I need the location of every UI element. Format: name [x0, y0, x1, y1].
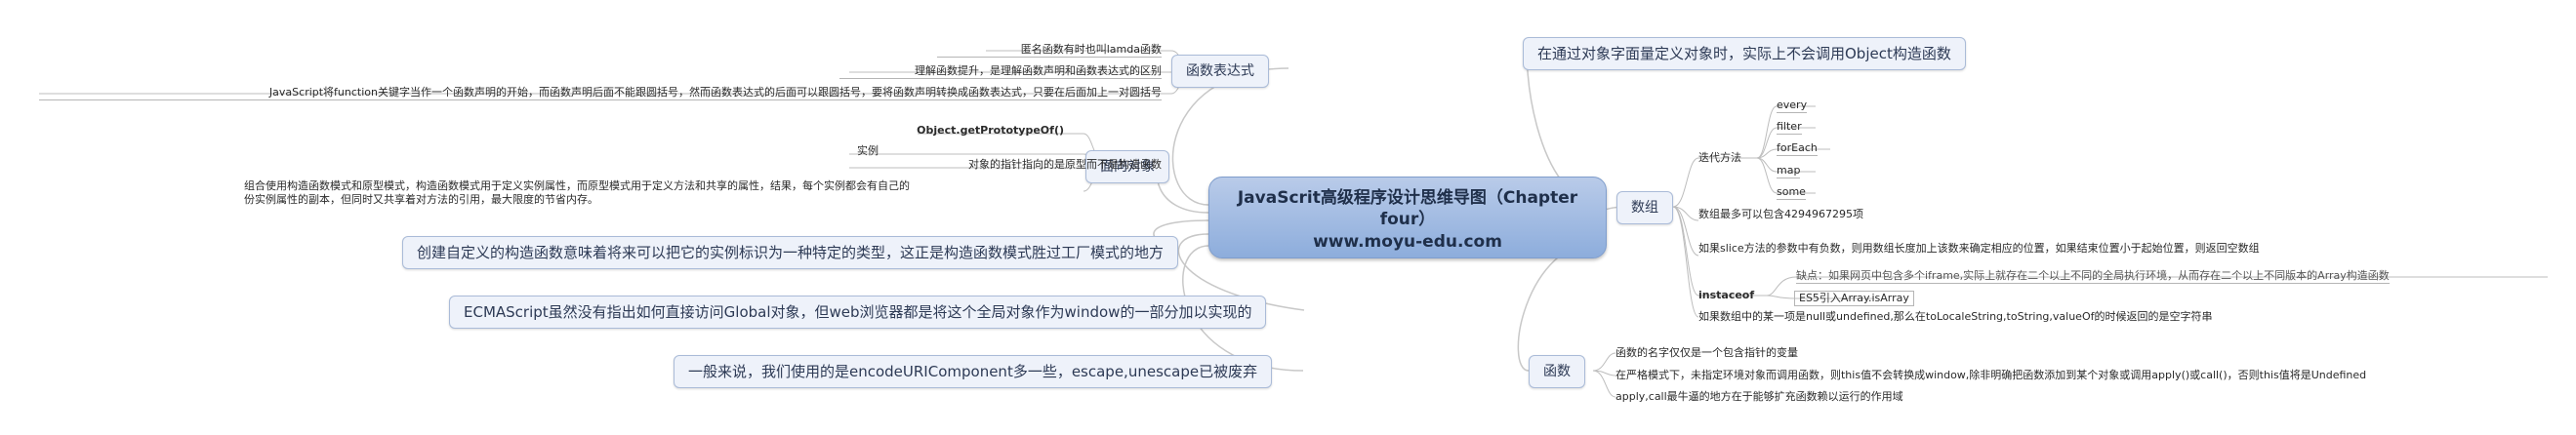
oop-item-instance: 实例 [857, 144, 879, 157]
function-item-apply-call: apply,call最牛逼的地方在于能够扩充函数赖以运行的作用域 [1615, 390, 1903, 403]
topic-custom-constructor[interactable]: 创建自定义的构造函数意味着将来可以把它的实例标识为一种特定的类型，这正是构造函数… [402, 236, 1179, 269]
topic-function[interactable]: 函数 [1529, 355, 1585, 388]
oop-item-combination-1: 组合使用构造函数模式和原型模式，构造函数模式用于定义实例属性，而原型模式用于定义… [244, 179, 910, 192]
instanceof-es5-isarray: ES5引入Array.isArray [1794, 291, 1914, 306]
central-website: www.moyu-edu.com [1313, 232, 1502, 252]
function-item-name-pointer: 函数的名字仅仅是一个包含指针的变量 [1615, 346, 1798, 359]
central-topic[interactable]: JavaScrit高级程序设计思维导图（Chapter four） www.mo… [1208, 177, 1607, 258]
function-item-strict-this: 在严格模式下，未指定环境对象而调用函数，则this值不会转换成window,除非… [1615, 369, 2367, 381]
array-max-length: 数组最多可以包含4294967295项 [1698, 208, 1863, 220]
array-instanceof: instaceof [1698, 289, 1755, 301]
central-title-line2: four） [1379, 210, 1436, 229]
fn-expr-item-parentheses: JavaScript将function关键字当作一个函数声明的开始，而函数声明后… [39, 86, 1162, 100]
oop-item-prototype-pointer: 对象的指针指向的是原型而不是构造函数 [968, 158, 1162, 171]
iter-item-map: map [1777, 164, 1801, 178]
iter-item-foreach: forEach [1777, 141, 1818, 156]
array-null-undefined: 如果数组中的某一项是null或undefined,那么在toLocaleStri… [1698, 310, 2213, 323]
iter-item-every: every [1777, 99, 1808, 113]
fn-expr-item-lamda: 匿名函数有时也叫lamda函数 [937, 43, 1162, 58]
oop-item-combination-2: 份实例属性的副本，但同时又共享着对方法的引用，最大限度的节省内存。 [244, 193, 598, 206]
iter-item-some: some [1777, 185, 1806, 200]
central-title-prefix: JavaScrit [1237, 188, 1321, 208]
array-slice: 如果slice方法的参数中有负数，则用数组长度加上该数来确定相应的位置，如果结束… [1698, 242, 2260, 255]
array-iteration-methods: 迭代方法 [1698, 151, 1741, 164]
central-title-rest: 高级程序设计思维导图（Chapter [1320, 188, 1578, 208]
topic-object-literal[interactable]: 在通过对象字面量定义对象时，实际上不会调用Object构造函数 [1523, 37, 1966, 70]
topic-array[interactable]: 数组 [1616, 191, 1673, 224]
topic-function-expression[interactable]: 函数表达式 [1171, 55, 1269, 88]
topic-encode-uri[interactable]: 一般来说，我们使用的是encodeURIComponent多一些，escape,… [674, 355, 1273, 388]
fn-expr-item-hoisting: 理解函数提升，是理解函数声明和函数表达式的区别 [839, 64, 1162, 79]
iter-item-filter: filter [1777, 120, 1802, 135]
instanceof-drawback: 缺点：如果网页中包含多个iframe,实际上就存在二个以上不同的全局执行环境，从… [1796, 269, 2390, 284]
topic-ecmascript-global[interactable]: ECMAScript虽然没有指出如何直接访问Global对象，但web浏览器都是… [449, 296, 1267, 329]
oop-item-getprototypeof: Object.getPrototypeOf() [917, 124, 1064, 137]
